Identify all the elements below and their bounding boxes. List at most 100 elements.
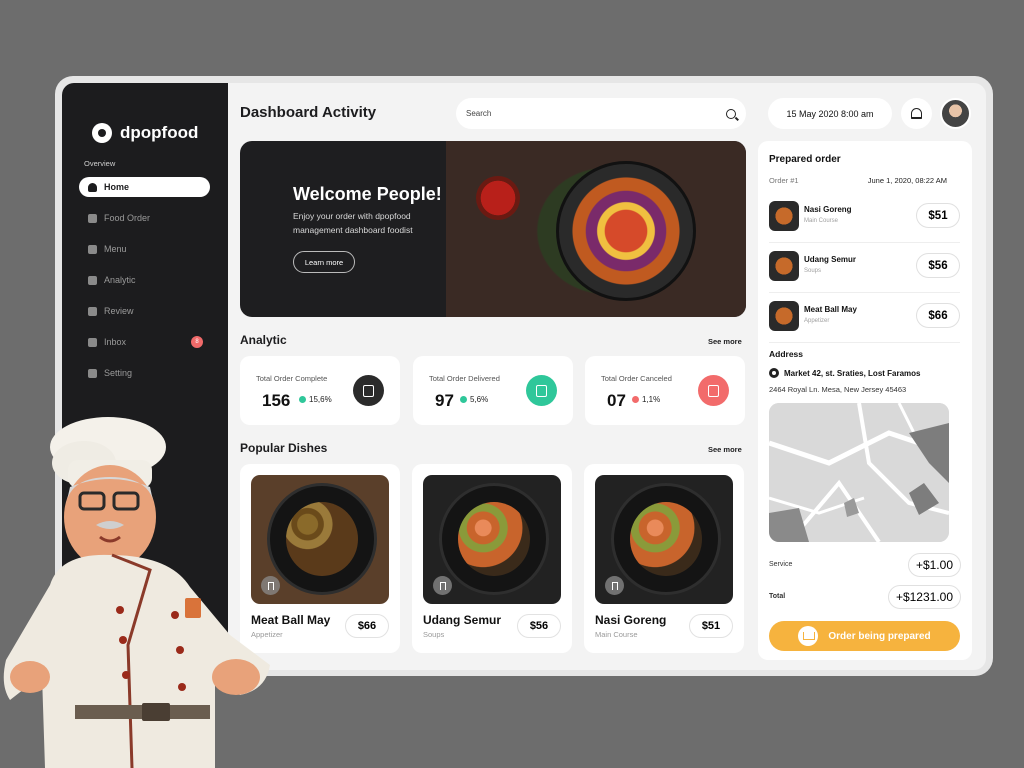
analytic-title: Analytic	[240, 333, 287, 347]
dish-pan-illustration	[439, 483, 549, 595]
bookmark-icon[interactable]	[433, 576, 452, 595]
bell-icon	[911, 108, 922, 119]
address-line-1: Market 42, st. Sraties, Lost Faramos	[769, 368, 921, 378]
order-item-thumbnail	[769, 201, 799, 231]
dish-category: Soups	[423, 630, 445, 639]
search-bar[interactable]	[456, 98, 746, 129]
dish-pan-illustration	[267, 483, 377, 595]
order-item[interactable]: Nasi Goreng Main Course $51	[769, 193, 960, 243]
sidebar-item-setting[interactable]: Setting	[79, 363, 210, 383]
order-item-thumbnail	[769, 251, 799, 281]
clipboard-icon	[88, 244, 97, 254]
sidebar-item-label: Analytic	[104, 275, 136, 285]
learn-more-button[interactable]: Learn more	[293, 251, 355, 273]
stat-label: Total Order Canceled	[601, 374, 672, 383]
banner-title: Welcome People!	[293, 184, 442, 204]
order-item-thumbnail	[769, 301, 799, 331]
dish-price: $56	[517, 614, 561, 638]
order-item-name: Meat Ball May	[804, 305, 857, 314]
panel-title: Prepared order	[769, 154, 841, 165]
sidebar-item-food-order[interactable]: Food Order	[79, 208, 210, 228]
dish-card-nasi-goreng[interactable]: Nasi Goreng Main Course $51	[584, 464, 744, 653]
sidebar-item-inbox[interactable]: Inbox 8	[79, 332, 210, 352]
order-item[interactable]: Udang Semur Soups $56	[769, 243, 960, 293]
location-pin-icon	[769, 368, 779, 378]
box-cancel-icon	[698, 375, 729, 406]
service-label: Service	[769, 561, 793, 568]
dish-card-udang-semur[interactable]: Udang Semur Soups $56	[412, 464, 572, 653]
stat-value: 97	[435, 391, 454, 410]
dish-image	[423, 475, 561, 604]
stat-change: 1,1%	[632, 395, 660, 404]
food-plate-illustration	[556, 161, 696, 301]
stat-label: Total Order Delivered	[429, 374, 500, 383]
order-item-category: Soups	[804, 268, 822, 274]
document-icon	[88, 213, 97, 223]
trend-up-icon	[299, 396, 306, 403]
order-item-name: Nasi Goreng	[804, 205, 852, 214]
stat-change-value: 15,6%	[309, 395, 332, 404]
address-line-2: 2464 Royal Ln. Mesa, New Jersey 45463	[769, 385, 907, 394]
page-title: Dashboard Activity	[240, 104, 377, 121]
sidebar-item-menu[interactable]: Menu	[79, 239, 210, 259]
search-icon[interactable]	[726, 108, 736, 119]
order-item-category: Main Course	[804, 218, 839, 224]
sidebar-item-label: Setting	[104, 368, 133, 378]
order-item-price: $66	[916, 303, 960, 328]
order-item[interactable]: Meat Ball May Appetizer $66	[769, 293, 960, 343]
sidebar-item-home[interactable]: Home	[79, 177, 210, 197]
bar-chart-icon	[88, 275, 97, 285]
stat-card-delivered[interactable]: Total Order Delivered 97 5,6%	[413, 356, 573, 425]
dish-image	[595, 475, 733, 604]
welcome-banner: Welcome People! Enjoy your order with dp…	[240, 141, 746, 317]
inbox-icon	[88, 337, 97, 347]
sidebar-item-label: Inbox	[104, 337, 127, 347]
dish-price: $51	[689, 614, 733, 638]
sidebar-item-label: Home	[104, 182, 130, 192]
inbox-count-badge: 8	[191, 336, 203, 348]
dish-category: Main Course	[595, 630, 638, 639]
total-amount: +$1231.00	[887, 585, 961, 609]
sauce-bowl-illustration	[476, 176, 520, 220]
order-item-price: $56	[916, 253, 960, 278]
dish-name: Udang Semur	[423, 613, 502, 627]
brand-logo[interactable]: dpopfood	[92, 123, 198, 143]
logo-icon	[92, 123, 112, 143]
analytic-see-more-link[interactable]: See more	[708, 337, 742, 346]
dish-name: Nasi Goreng	[595, 613, 667, 627]
trend-up-icon	[460, 396, 467, 403]
stat-label: Total Order Complete	[256, 374, 328, 383]
stat-change: 15,6%	[299, 395, 332, 404]
stat-change-value: 5,6%	[470, 395, 489, 404]
popular-see-more-link[interactable]: See more	[708, 445, 742, 454]
trend-down-icon	[632, 396, 639, 403]
user-avatar[interactable]	[940, 98, 971, 129]
total-label: Total	[769, 593, 786, 600]
stat-value: 07	[607, 391, 626, 410]
stat-change-value: 1,1%	[642, 395, 661, 404]
stat-card-canceled[interactable]: Total Order Canceled 07 1,1%	[585, 356, 745, 425]
brand-name: dpopfood	[120, 123, 199, 142]
receipt-icon	[353, 375, 384, 406]
banner-subtitle: Enjoy your order with dpopfood managemen…	[293, 211, 413, 235]
gear-icon	[88, 368, 97, 378]
bookmark-icon[interactable]	[605, 576, 624, 595]
delivery-map[interactable]	[769, 403, 949, 542]
sidebar-item-label: Review	[104, 306, 134, 316]
order-date: June 1, 2020, 08:22 AM	[867, 176, 947, 185]
search-input[interactable]	[466, 109, 726, 118]
notification-button[interactable]	[901, 98, 932, 129]
order-item-name: Udang Semur	[804, 255, 857, 264]
order-status-button[interactable]: Order being prepared	[769, 621, 960, 651]
prepared-order-panel: Prepared order Order #1 June 1, 2020, 08…	[758, 141, 972, 660]
date-selector[interactable]: 15 May 2020 8:00 am	[768, 98, 892, 129]
chef-mascot-illustration	[3, 417, 270, 768]
stat-change: 5,6%	[460, 395, 488, 404]
sidebar-item-review[interactable]: Review	[79, 301, 210, 321]
address-line-1-text: Market 42, st. Sraties, Lost Faramos	[784, 368, 921, 378]
banner-food-image	[446, 141, 746, 317]
order-item-price: $51	[916, 203, 960, 228]
sidebar-item-analytic[interactable]: Analytic	[79, 270, 210, 290]
dish-pan-illustration	[611, 483, 721, 595]
sidebar-nav: Home Food Order Menu Analytic Review Inb…	[79, 177, 210, 394]
